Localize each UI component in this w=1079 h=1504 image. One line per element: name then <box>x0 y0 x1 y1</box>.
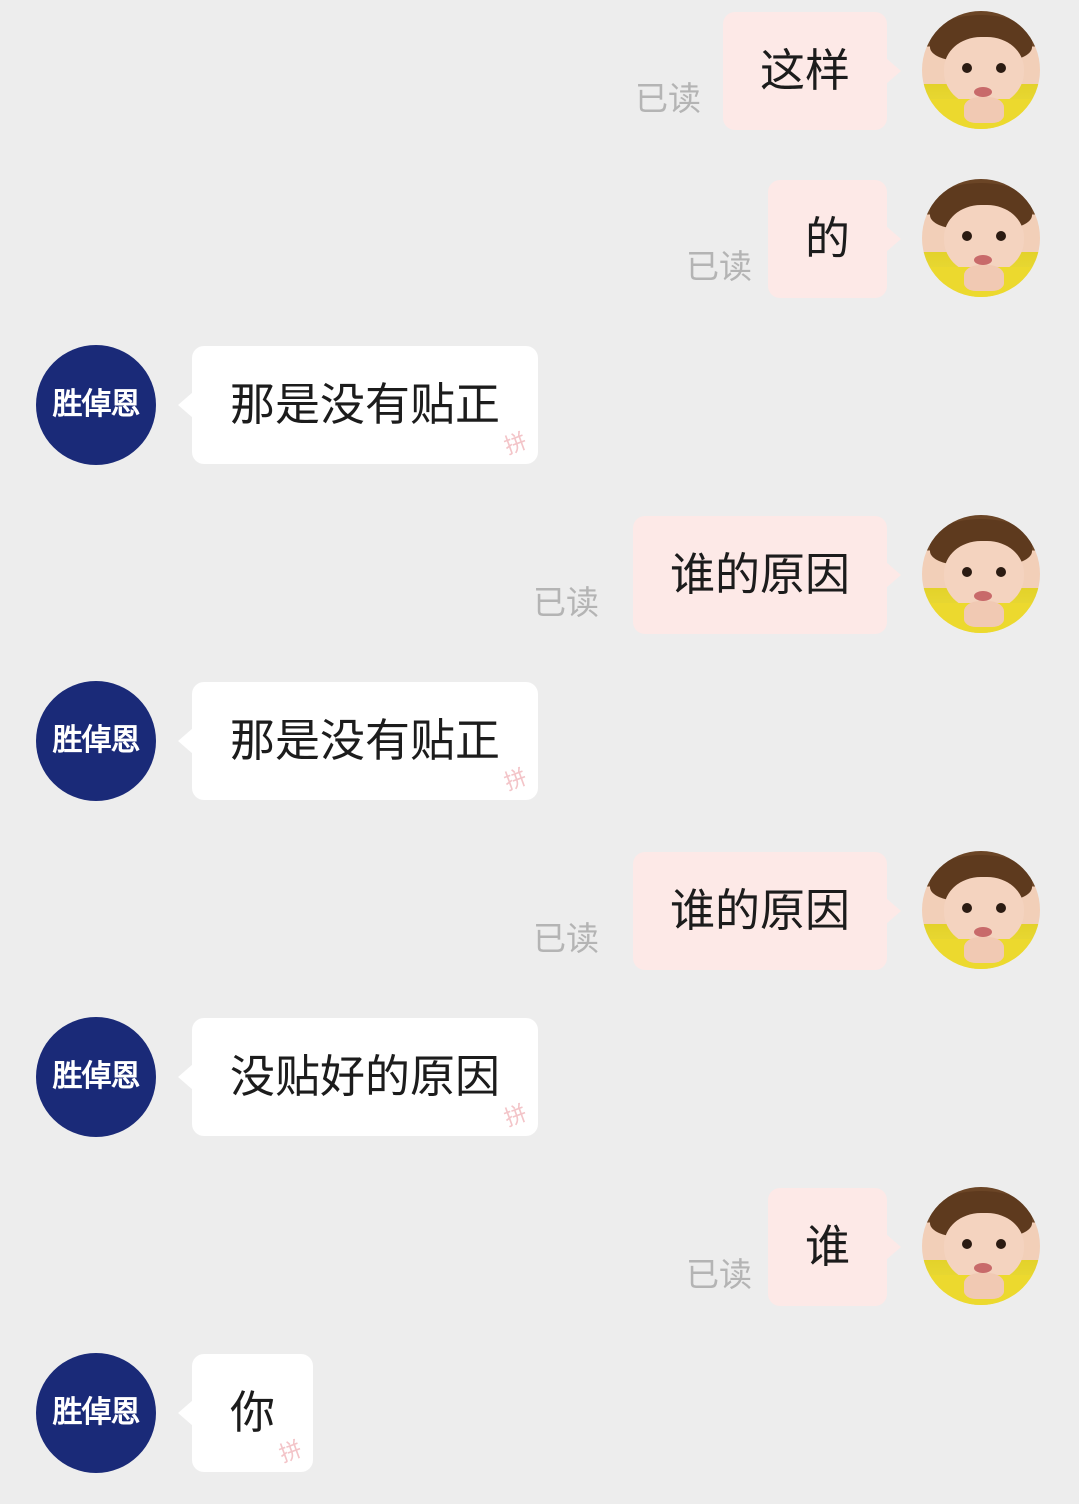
message-row: 胜倬恩 没贴好的原因 拼 <box>0 1010 1079 1137</box>
message-row: 胜倬恩 那是没有贴正 拼 <box>0 674 1079 801</box>
message-row: 已读 谁的原因 <box>0 506 1079 634</box>
user-avatar-icon[interactable] <box>922 851 1040 969</box>
read-status: 已读 <box>635 79 701 118</box>
message-text: 没贴好的原因 <box>230 1050 501 1103</box>
message-text: 你 <box>230 1386 276 1439</box>
contact-avatar-icon[interactable]: 胜倬恩 <box>36 1017 156 1137</box>
user-avatar-icon[interactable] <box>922 1187 1040 1305</box>
message-row: 已读 谁的原因 <box>0 842 1079 970</box>
outgoing-message-bubble[interactable]: 谁的原因 <box>632 852 902 970</box>
read-status: 已读 <box>686 247 752 286</box>
message-row: 胜倬恩 你 拼 <box>0 1346 1079 1473</box>
read-status: 已读 <box>533 583 599 622</box>
outgoing-message-bubble[interactable]: 的 <box>767 180 902 298</box>
user-avatar-icon[interactable] <box>922 11 1040 129</box>
message-row: 已读 的 <box>0 170 1079 298</box>
user-avatar-icon[interactable] <box>922 179 1040 297</box>
contact-avatar-icon[interactable]: 胜倬恩 <box>36 1353 156 1473</box>
contact-avatar-icon[interactable]: 胜倬恩 <box>36 681 156 801</box>
message-row: 已读 谁 <box>0 1178 1079 1306</box>
incoming-message-bubble[interactable]: 你 拼 <box>177 1354 314 1472</box>
message-text: 那是没有贴正 <box>230 378 501 431</box>
message-row: 胜倬恩 那是没有贴正 拼 <box>0 338 1079 465</box>
outgoing-message-bubble[interactable]: 谁 <box>767 1188 902 1306</box>
outgoing-message-bubble[interactable]: 谁的原因 <box>632 516 902 634</box>
read-status: 已读 <box>533 919 599 958</box>
outgoing-message-bubble[interactable]: 这样 <box>722 12 902 130</box>
incoming-message-bubble[interactable]: 那是没有贴正 拼 <box>177 682 539 800</box>
contact-avatar-icon[interactable]: 胜倬恩 <box>36 345 156 465</box>
incoming-message-bubble[interactable]: 那是没有贴正 拼 <box>177 346 539 464</box>
message-text: 那是没有贴正 <box>230 714 501 767</box>
message-row: 已读 这样 <box>0 2 1079 130</box>
read-status: 已读 <box>686 1255 752 1294</box>
user-avatar-icon[interactable] <box>922 515 1040 633</box>
incoming-message-bubble[interactable]: 没贴好的原因 拼 <box>177 1018 539 1136</box>
